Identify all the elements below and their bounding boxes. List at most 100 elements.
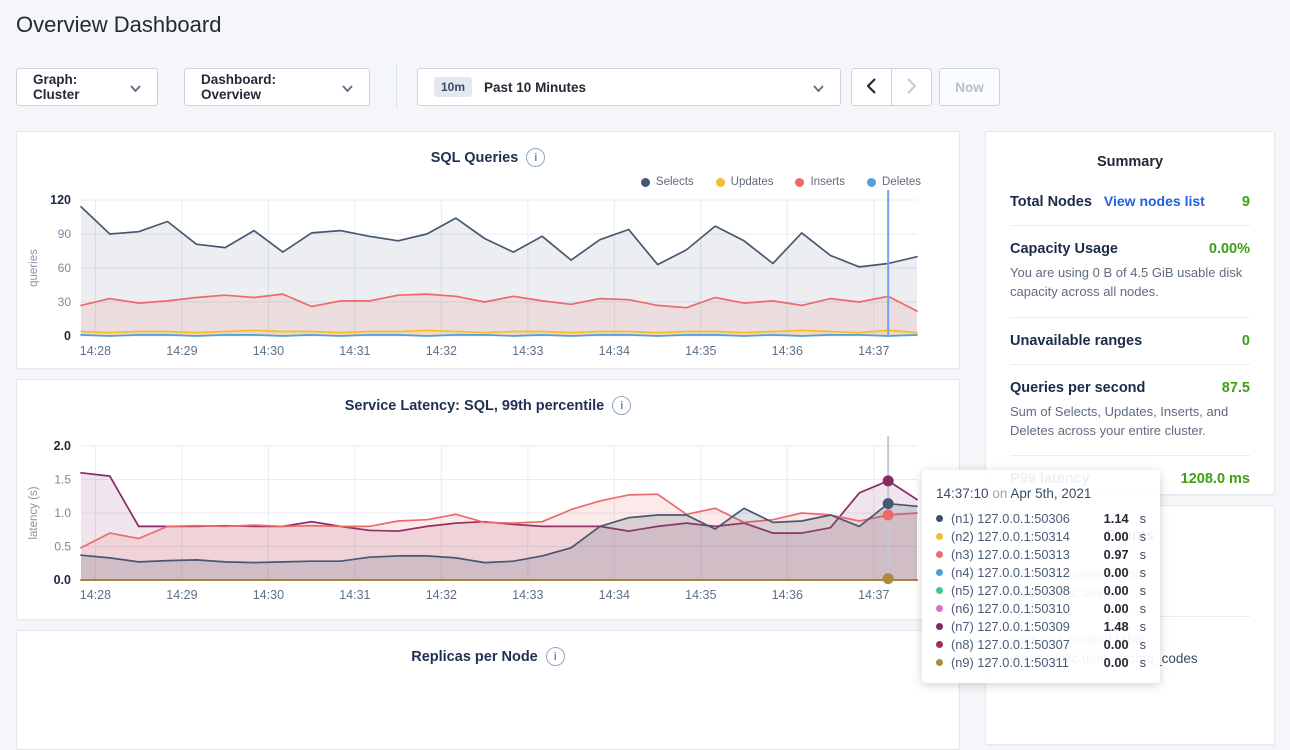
svg-text:14:31: 14:31 <box>339 588 370 602</box>
legend-item-inserts[interactable]: Inserts <box>795 176 845 188</box>
tooltip-node-row: (n5) 127.0.0.1:503080.00s <box>936 581 1146 599</box>
info-icon[interactable]: i <box>612 396 631 415</box>
summary-row: Queries per second87.5 Sum of Selects, Up… <box>1010 365 1250 457</box>
tooltip-node-unit: s <box>1140 565 1146 580</box>
sql-queries-plot[interactable]: 030609012014:2814:2914:3014:3114:3214:33… <box>17 132 959 368</box>
time-range-badge: 10m <box>434 77 472 97</box>
tooltip-on: on <box>992 486 1007 501</box>
tooltip-node-value: 0.00 <box>1104 637 1129 652</box>
tooltip-node-row: (n4) 127.0.0.1:503120.00s <box>936 563 1146 581</box>
summary-rows: Total Nodes View nodes list 9 Capacity Usag… <box>1010 178 1250 502</box>
summary-row-head: Capacity Usage0.00% <box>1010 241 1250 257</box>
legend-item-selects[interactable]: Selects <box>641 176 694 188</box>
tooltip-node-value: 0.00 <box>1104 601 1129 616</box>
legend-dot-icon <box>795 178 804 187</box>
node-series-dot-icon <box>936 605 943 612</box>
tooltip-node-value: 0.00 <box>1104 655 1129 670</box>
summary-row-head: Total Nodes View nodes list 9 <box>1010 193 1250 210</box>
sql-queries-chart-title: SQL Queries i <box>17 132 959 167</box>
chart-title-text: Replicas per Node <box>411 649 538 665</box>
legend-dot-icon <box>867 178 876 187</box>
tooltip-node-address: (n7) 127.0.0.1:50309 <box>951 619 1096 634</box>
node-series-dot-icon <box>936 659 943 666</box>
graph-dropdown[interactable]: Graph: Cluster <box>16 68 158 106</box>
summary-row-value: 9 <box>1242 194 1250 210</box>
summary-row-description: You are using 0 B of 4.5 GiB usable disk… <box>1010 264 1250 302</box>
tooltip-node-unit: s <box>1140 619 1146 634</box>
tooltip-node-value: 0.97 <box>1104 547 1129 562</box>
node-series-dot-icon <box>936 569 943 576</box>
tooltip-timestamp: 14:37:10 on Apr 5th, 2021 <box>936 486 1146 501</box>
dashboard-dropdown[interactable]: Dashboard: Overview <box>184 68 370 106</box>
tooltip-node-row: (n9) 127.0.0.1:50311 0.00 s <box>936 653 1146 671</box>
tooltip-node-value: 0.00 <box>1104 583 1129 598</box>
svg-text:queries: queries <box>28 249 40 287</box>
svg-text:14:30: 14:30 <box>253 344 284 358</box>
svg-text:0: 0 <box>64 329 71 343</box>
node-series-dot-icon <box>936 641 943 648</box>
svg-text:120: 120 <box>50 193 71 207</box>
service-latency-plot[interactable]: 0.00.51.01.52.014:2814:2914:3014:3114:32… <box>17 380 959 619</box>
tooltip-node-address: (n3) 127.0.0.1:50313 <box>951 547 1096 562</box>
summary-row-label: Total Nodes <box>1010 194 1092 210</box>
node-series-dot-icon <box>936 515 943 522</box>
legend-dot-icon <box>641 178 650 187</box>
tooltip-node-address: (n1) 127.0.0.1:50306 <box>951 511 1096 526</box>
svg-text:90: 90 <box>58 227 72 241</box>
svg-text:14:28: 14:28 <box>80 344 111 358</box>
chevron-right-icon <box>907 78 916 97</box>
legend-label: Updates <box>731 176 774 188</box>
node-series-dot-icon <box>936 551 943 558</box>
summary-title: Summary <box>1010 132 1250 178</box>
dashboard-dropdown-label: Dashboard: Overview <box>201 72 330 102</box>
summary-row-value: 0 <box>1242 333 1250 349</box>
tooltip-node-value: 1.14 <box>1104 511 1129 526</box>
summary-row-value: 0.00% <box>1209 241 1250 257</box>
svg-text:14:31: 14:31 <box>339 344 370 358</box>
info-icon[interactable]: i <box>546 647 565 666</box>
time-range-dropdown[interactable]: 10m Past 10 Minutes <box>417 68 841 106</box>
controls-divider <box>396 64 397 109</box>
tooltip-node-unit: s <box>1140 655 1146 670</box>
sql-chart-legend: Selects Updates Inserts Deletes <box>641 176 921 188</box>
view-nodes-list-link[interactable]: View nodes list <box>1104 193 1205 209</box>
tooltip-node-value: 0.00 <box>1104 529 1129 544</box>
summary-row-description: Sum of Selects, Updates, Inserts, and De… <box>1010 403 1250 441</box>
replicas-chart-title: Replicas per Node i <box>17 631 959 666</box>
svg-text:14:35: 14:35 <box>685 344 716 358</box>
tooltip-node-unit: s <box>1140 601 1146 616</box>
svg-text:latency (s): latency (s) <box>28 486 40 539</box>
tooltip-node-unit: s <box>1140 529 1146 544</box>
legend-label: Selects <box>656 176 694 188</box>
chevron-down-icon <box>130 80 141 95</box>
tooltip-node-unit: s <box>1140 511 1146 526</box>
summary-row-head: Queries per second87.5 <box>1010 380 1250 396</box>
svg-text:14:29: 14:29 <box>166 344 197 358</box>
node-series-dot-icon <box>936 587 943 594</box>
svg-text:14:32: 14:32 <box>426 588 457 602</box>
next-time-button[interactable] <box>891 68 932 106</box>
sql-queries-chart-card: SQL Queries i Selects Updates Inserts Delet… <box>16 131 960 369</box>
tooltip-node-address: (n9) 127.0.0.1:50311 <box>951 655 1096 670</box>
tooltip-node-unit: s <box>1140 637 1146 652</box>
tooltip-node-row: (n7) 127.0.0.1:503091.48s <box>936 617 1146 635</box>
legend-item-deletes[interactable]: Deletes <box>867 176 921 188</box>
graph-dropdown-label: Graph: Cluster <box>33 72 118 102</box>
summary-row: Total Nodes View nodes list 9 <box>1010 178 1250 226</box>
node-series-dot-icon <box>936 533 943 540</box>
svg-text:14:32: 14:32 <box>426 344 457 358</box>
svg-text:14:36: 14:36 <box>772 344 803 358</box>
tooltip-node-address: (n8) 127.0.0.1:50307 <box>951 637 1096 652</box>
page-title: Overview Dashboard <box>16 12 221 38</box>
tooltip-node-address: (n5) 127.0.0.1:50308 <box>951 583 1096 598</box>
legend-label: Inserts <box>810 176 845 188</box>
previous-time-button[interactable] <box>851 68 892 106</box>
now-button[interactable]: Now <box>939 68 1000 106</box>
service-latency-chart-title: Service Latency: SQL, 99th percentile i <box>17 380 959 415</box>
info-icon[interactable]: i <box>526 148 545 167</box>
svg-text:0.0: 0.0 <box>54 573 71 587</box>
summary-row-value: 87.5 <box>1222 380 1250 396</box>
tooltip-node-row: (n6) 127.0.0.1:503100.00s <box>936 599 1146 617</box>
svg-text:14:28: 14:28 <box>80 588 111 602</box>
legend-item-updates[interactable]: Updates <box>716 176 774 188</box>
